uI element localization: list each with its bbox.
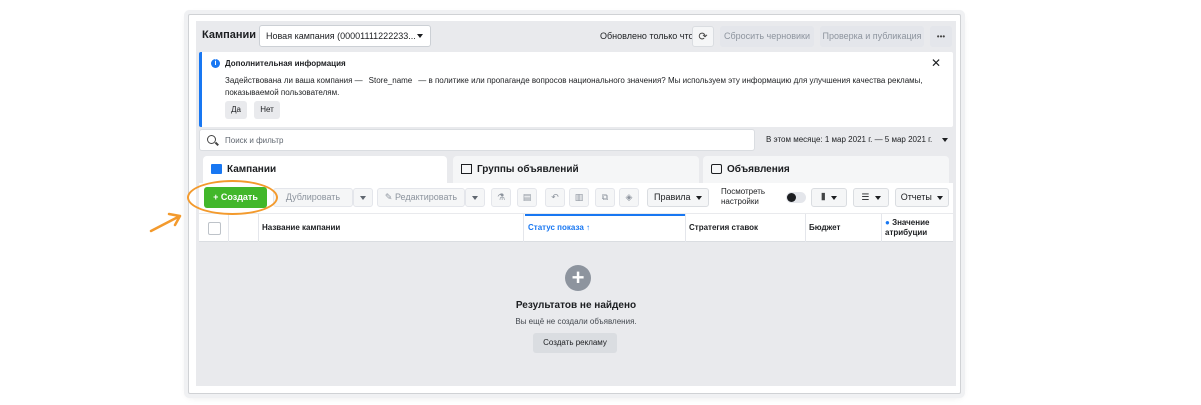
view-settings-toggle[interactable] (786, 192, 806, 203)
plus-icon: + (565, 265, 591, 291)
table-header: Название кампании Статус показа ↑ Страте… (199, 214, 953, 242)
column-label: Статус показа ↑ (528, 223, 590, 232)
reports-label: Отчеты (900, 192, 932, 202)
clipboard-icon: ▤ (522, 192, 532, 202)
info-banner: i Дополнительная информация Задействован… (199, 52, 953, 127)
reset-drafts-button[interactable]: Сбросить черновики (720, 26, 814, 47)
rules-label: Правила (653, 192, 691, 202)
column-bid-strategy[interactable]: Стратегия ставок (689, 214, 799, 242)
ads-manager: Кампании Новая кампания (00001111222233.… (196, 21, 956, 386)
duplicate-label: Дублировать (285, 192, 341, 202)
chevron-down-icon (417, 34, 423, 38)
flask-icon: ⚗ (496, 192, 506, 202)
chevron-down-icon (472, 195, 478, 200)
columns-icon: ⦀ (821, 192, 826, 202)
refresh-icon: ⟳ (698, 31, 708, 43)
info-text: Задействована ли ваша компания — Store_na… (225, 75, 935, 99)
delete-button[interactable]: ▥ (569, 188, 589, 207)
review-publish-button[interactable]: Проверка и публикация (820, 26, 924, 47)
close-icon[interactable]: ✕ (931, 56, 941, 70)
top-bar: Кампании Новая кампания (00001111222233.… (196, 21, 956, 51)
column-separator (258, 214, 259, 242)
tag-button[interactable]: ◈ (619, 188, 639, 207)
column-label: Значение атрибуции (885, 218, 930, 237)
tag-icon: ◈ (625, 192, 633, 202)
tab-label: Объявления (727, 164, 790, 175)
info-icon: ● (885, 218, 893, 227)
reports-button[interactable]: Отчеты (895, 188, 949, 207)
campaign-select-value: Новая кампания (00001111222233... (266, 31, 416, 41)
info-heading: Дополнительная информация (225, 59, 346, 68)
select-all-checkbox[interactable] (208, 222, 221, 235)
duplicate-menu-button[interactable] (353, 188, 373, 207)
campaign-select[interactable]: Новая кампания (00001111222233... (259, 25, 431, 47)
ad-icon (711, 164, 722, 174)
folder-icon (211, 164, 222, 174)
column-label: Стратегия ставок (689, 223, 759, 232)
date-range-picker[interactable]: В этом месяце: 1 мар 2021 г. — 5 мар 202… (761, 129, 954, 151)
view-settings-label: Посмотреть настройки (721, 187, 766, 206)
column-separator (523, 214, 524, 242)
column-budget[interactable]: Бюджет (809, 214, 869, 242)
column-separator (805, 214, 806, 242)
tab-label: Группы объявлений (477, 164, 579, 175)
chevron-down-icon (696, 195, 703, 200)
arrow-icon (149, 212, 182, 233)
create-ad-button[interactable]: Создать рекламу (533, 333, 617, 353)
highlight-ellipse (187, 180, 278, 215)
chevron-down-icon (874, 195, 881, 200)
chevron-down-icon (942, 138, 948, 142)
pencil-icon: ✎ (384, 192, 395, 202)
more-icon: ••• (936, 32, 946, 41)
clipboard-button[interactable]: ▤ (517, 188, 537, 207)
update-status: Обновлено только что (600, 31, 694, 41)
column-separator (881, 214, 882, 242)
preview-button[interactable]: ⧉ (595, 188, 615, 207)
rules-button[interactable]: Правила (647, 188, 709, 207)
edit-button[interactable]: ✎ Редактировать (377, 188, 465, 207)
grid-icon (461, 164, 472, 174)
chevron-down-icon (937, 195, 944, 200)
column-separator (685, 214, 686, 242)
column-delivery-status[interactable]: Статус показа ↑ (525, 214, 685, 242)
duplicate-button[interactable]: Дублировать (273, 188, 353, 207)
column-campaign-name[interactable]: Название кампании (262, 214, 520, 242)
page-title: Кампании (202, 29, 257, 41)
breakdown-button[interactable]: ☰ (853, 188, 889, 207)
preview-icon: ⧉ (601, 192, 609, 202)
toolbar: + Создать Дублировать ✎ Редактировать ⚗ … (199, 183, 953, 213)
more-button[interactable]: ••• (930, 26, 952, 47)
edit-menu-button[interactable] (465, 188, 485, 207)
chevron-down-icon (360, 195, 366, 200)
tab-ads[interactable]: Объявления (703, 156, 949, 183)
chevron-down-icon (830, 195, 837, 200)
columns-button[interactable]: ⦀ (811, 188, 847, 207)
column-attribution[interactable]: ● Значение атрибуции (885, 214, 951, 242)
search-placeholder: Поиск и фильтр (225, 136, 284, 145)
search-icon (207, 135, 216, 144)
tab-campaigns[interactable]: Кампании (203, 156, 447, 183)
trash-icon: ▥ (574, 192, 584, 202)
undo-icon: ↶ (551, 192, 559, 202)
yes-button[interactable]: Да (225, 101, 247, 119)
column-separator (228, 214, 229, 242)
breakdown-icon: ☰ (861, 192, 870, 202)
empty-heading: Результатов не найдено (515, 300, 637, 311)
tab-label: Кампании (227, 164, 277, 175)
date-range-label: В этом месяце: 1 мар 2021 г. — 5 мар 202… (766, 135, 933, 144)
info-icon: i (211, 59, 220, 68)
no-button[interactable]: Нет (254, 101, 280, 119)
info-text-part-1: Задействована ли ваша компания — (225, 76, 363, 85)
undo-button[interactable]: ↶ (545, 188, 565, 207)
store-name: Store_name (368, 76, 413, 85)
refresh-button[interactable]: ⟳ (692, 26, 714, 47)
tab-ad-sets[interactable]: Группы объявлений (453, 156, 699, 183)
search-input[interactable]: Поиск и фильтр (199, 129, 755, 151)
empty-subtext: Вы ещё не создали объявления. (515, 317, 637, 326)
edit-label: Редактировать (394, 192, 458, 202)
ab-test-button[interactable]: ⚗ (491, 188, 511, 207)
column-label: Бюджет (809, 223, 841, 232)
column-label: Название кампании (262, 223, 341, 232)
empty-state: + Результатов не найдено Вы ещё не созда… (199, 243, 953, 386)
